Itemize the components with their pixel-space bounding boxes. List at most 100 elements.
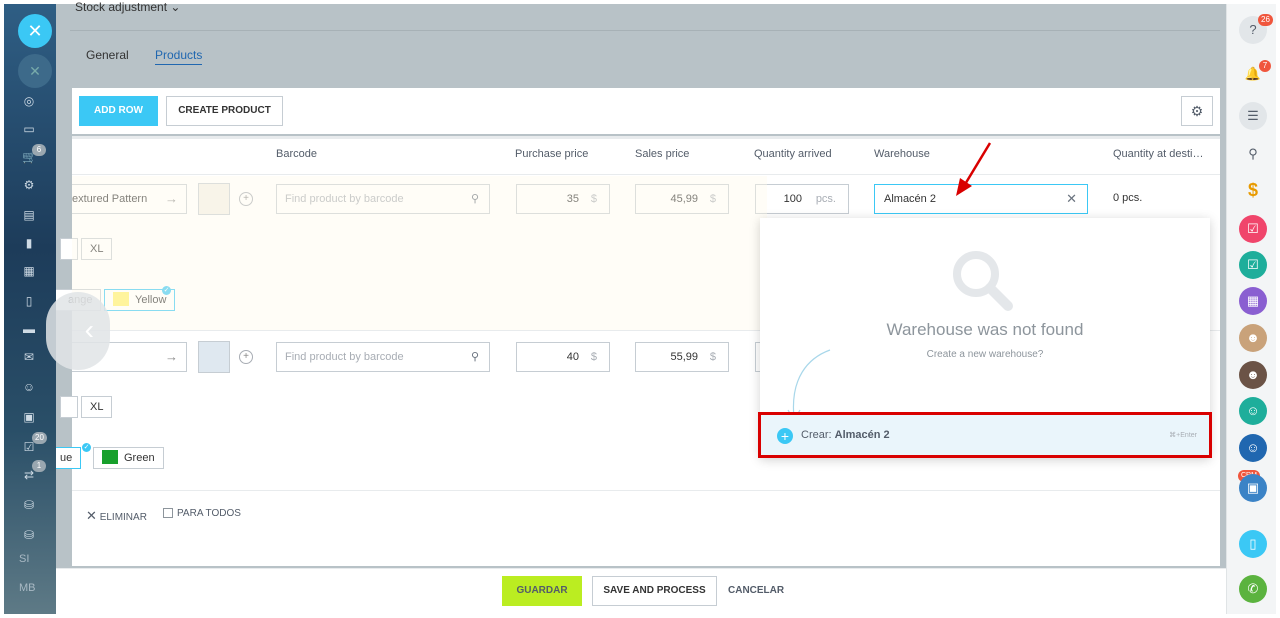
- col-warehouse: Warehouse: [874, 148, 930, 160]
- purchase-price-input-2[interactable]: 40 $: [516, 342, 610, 372]
- calendar-purple-icon[interactable]: ▦: [1239, 287, 1267, 315]
- checkbox[interactable]: [163, 508, 173, 519]
- tab-products[interactable]: Products: [155, 48, 203, 65]
- check-icon: ✓: [162, 286, 171, 295]
- plus-icon: +: [777, 428, 793, 444]
- add-image-icon[interactable]: +: [239, 350, 253, 364]
- help-badge: 26: [1258, 14, 1273, 26]
- size-chip-prev[interactable]: [60, 238, 78, 260]
- dollar-icon[interactable]: $: [1239, 176, 1267, 204]
- delete-label: ELIMINAR: [99, 512, 147, 523]
- card-icon[interactable]: ▣: [22, 410, 36, 424]
- clear-icon[interactable]: ✕: [1066, 185, 1077, 213]
- sales-price-input[interactable]: 45,99 $: [635, 184, 729, 214]
- add-row-button[interactable]: ADD ROW: [79, 96, 158, 126]
- col-purchase-price: Purchase price: [515, 148, 589, 160]
- user-icon[interactable]: ☺: [1239, 397, 1267, 425]
- settings-icon[interactable]: ⚙: [22, 178, 36, 192]
- barcode-input[interactable]: Find product by barcode ⚲: [276, 184, 490, 214]
- page-title[interactable]: Stock adjustment ⌄: [75, 0, 180, 14]
- search-icon[interactable]: ⚲: [471, 185, 479, 213]
- size-chip-prev-2[interactable]: [60, 396, 78, 418]
- phone-call-icon[interactable]: ✆: [1239, 575, 1267, 603]
- col-quantity-destination: Quantity at desti…: [1113, 148, 1204, 160]
- shortcut-hint: ⌘+Enter: [1169, 432, 1197, 439]
- size-chip-xl-2[interactable]: XL: [81, 396, 113, 418]
- product-name: extured Pattern: [72, 193, 148, 205]
- automation-badge: 1: [32, 460, 46, 472]
- target-icon[interactable]: ◎: [22, 94, 36, 108]
- save-button[interactable]: GUARDAR: [502, 576, 582, 606]
- color-chip-blue[interactable]: ue: [56, 447, 82, 469]
- color-label: Yellow: [135, 294, 167, 306]
- sales-price-value: 55,99: [670, 351, 698, 363]
- product-name-field[interactable]: extured Pattern →: [72, 184, 187, 214]
- search-icon[interactable]: ⚲: [1239, 140, 1267, 168]
- close-slider-button[interactable]: ✕: [18, 14, 52, 48]
- currency-symbol: $: [590, 193, 597, 205]
- barcode-input-2[interactable]: Find product by barcode ⚲: [276, 342, 490, 372]
- create-product-button[interactable]: CREATE PRODUCT: [166, 96, 283, 126]
- sidebar-text-si[interactable]: SI: [19, 553, 29, 565]
- calendar-window-icon[interactable]: ▭: [22, 122, 36, 136]
- search-icon[interactable]: ⚲: [471, 343, 479, 371]
- header-separator: [72, 174, 1220, 175]
- database-icon-2[interactable]: ⛁: [22, 528, 36, 542]
- currency-symbol: $: [709, 351, 716, 363]
- tab-general[interactable]: General: [86, 48, 129, 62]
- arrow-right-icon[interactable]: →: [165, 185, 178, 213]
- avatar-1[interactable]: ☻: [1239, 324, 1267, 352]
- sidebar-text-mb[interactable]: MB: [19, 582, 36, 594]
- task-green-icon[interactable]: ☑: [1239, 251, 1267, 279]
- for-all-checkbox[interactable]: PARA TODOS: [163, 508, 241, 519]
- col-sales-price: Sales price: [635, 148, 690, 160]
- search-icon: [953, 251, 1013, 311]
- col-quantity-arrived: Quantity arrived: [754, 148, 832, 160]
- yellow-swatch: [113, 292, 129, 307]
- barcode-placeholder: Find product by barcode: [285, 193, 404, 205]
- quantity-input[interactable]: 100 pcs.: [755, 184, 849, 214]
- save-and-process-button[interactable]: SAVE AND PROCESS: [592, 576, 717, 606]
- create-label: Crear: Almacén 2: [801, 429, 890, 441]
- close-slider-secondary-button[interactable]: ✕: [18, 54, 52, 88]
- group-icon[interactable]: ☺: [1239, 434, 1267, 462]
- crm-contact-icon[interactable]: ▣: [1239, 474, 1267, 502]
- sales-price-input-2[interactable]: 55,99 $: [635, 342, 729, 372]
- contacts-icon[interactable]: ☺: [22, 380, 36, 394]
- green-swatch: [102, 450, 118, 465]
- product-thumbnail[interactable]: [198, 183, 230, 215]
- messages-icon[interactable]: ☰: [1239, 102, 1267, 130]
- for-all-label: PARA TODOS: [177, 508, 241, 519]
- chat-icon[interactable]: ▮: [22, 236, 36, 250]
- purchase-price-value: 40: [566, 351, 579, 363]
- calendar-icon[interactable]: ▦: [22, 264, 36, 278]
- purchase-price-input[interactable]: 35 $: [516, 184, 610, 214]
- not-found-subtitle: Create a new warehouse?: [926, 349, 1044, 360]
- delete-button[interactable]: ✕ ELIMINAR: [86, 508, 147, 524]
- color-chip-green[interactable]: Green: [93, 447, 164, 469]
- warehouse-value: Almacén 2: [884, 193, 936, 205]
- quantity-value: 100: [783, 193, 802, 205]
- add-image-icon[interactable]: +: [239, 192, 253, 206]
- color-label: Green: [124, 452, 155, 464]
- col-barcode: Barcode: [276, 148, 317, 160]
- mail-icon[interactable]: ✉: [22, 350, 36, 364]
- database-icon[interactable]: ⛁: [22, 498, 36, 512]
- currency-symbol: $: [709, 193, 716, 205]
- task-pink-icon[interactable]: ☑: [1239, 215, 1267, 243]
- phone-screen-icon[interactable]: ▯: [1239, 530, 1267, 558]
- sales-price-value: 45,99: [670, 193, 698, 205]
- red-arrow-annotation: [956, 142, 992, 196]
- cancel-button[interactable]: CANCELAR: [728, 576, 784, 606]
- arrow-right-icon[interactable]: →: [165, 343, 178, 371]
- file-icon[interactable]: ▯: [22, 294, 36, 308]
- document-icon[interactable]: ▤: [22, 208, 36, 222]
- avatar-2[interactable]: ☻: [1239, 361, 1267, 389]
- close-icon: ✕: [86, 508, 97, 523]
- size-chip-xl[interactable]: XL: [81, 238, 113, 260]
- gear-icon[interactable]: ⚙: [1181, 96, 1213, 126]
- product-thumbnail-2[interactable]: [198, 341, 230, 373]
- drive-icon[interactable]: ▬: [22, 322, 36, 336]
- chevron-left-icon[interactable]: ‹: [46, 292, 110, 370]
- create-warehouse-option[interactable]: + Crear: Almacén 2 ⌘+Enter: [758, 412, 1212, 458]
